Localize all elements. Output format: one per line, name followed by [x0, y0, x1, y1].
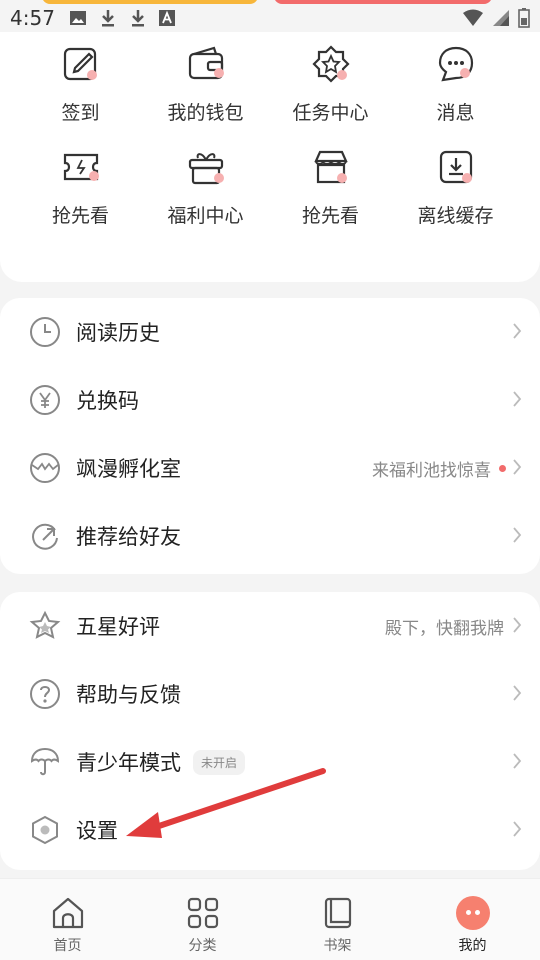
nav-category[interactable]: 分类 — [135, 879, 270, 960]
menu-item-five-star-review[interactable]: 五星好评 殿下，快翻我牌 — [0, 592, 540, 660]
wifi-icon — [463, 9, 483, 26]
quick-actions-card: 签到 我的钱包 任务中心 消息 抢先看 福利中心 抢先看 离线缓存 — [0, 32, 540, 282]
menu-item-label: 阅读历史 — [76, 321, 160, 345]
chat-bubble-icon — [436, 44, 476, 84]
grid-item-label: 离线缓存 — [417, 205, 494, 227]
yen-coin-icon — [28, 383, 62, 417]
edit-icon — [61, 44, 101, 84]
nav-label: 我的 — [458, 938, 487, 954]
top-banner-red — [274, 0, 492, 4]
share-icon — [28, 519, 62, 553]
chevron-right-icon — [512, 820, 522, 842]
wallet-icon — [186, 44, 226, 84]
nav-label: 分类 — [188, 938, 217, 954]
umbrella-icon — [28, 745, 62, 779]
grid-item-task-center[interactable]: 任务中心 — [268, 44, 393, 125]
grid-item-wallet[interactable]: 我的钱包 — [143, 44, 268, 125]
grid-item-label: 消息 — [436, 102, 475, 124]
home-icon — [50, 895, 86, 931]
status-bar: 4:57 — [0, 0, 540, 36]
menu-item-recommend-friend[interactable]: 推荐给好友 — [0, 502, 540, 570]
chevron-right-icon — [512, 526, 522, 548]
grid-item-label: 我的钱包 — [167, 102, 244, 124]
grid-item-label: 抢先看 — [51, 205, 109, 227]
menu-item-incubator[interactable]: 飒漫孵化室 来福利池找惊喜 — [0, 434, 540, 502]
grid-icon — [185, 895, 221, 931]
menu-item-reading-history[interactable]: 阅读历史 — [0, 298, 540, 366]
menu-item-label: 青少年模式 — [76, 751, 181, 775]
settings-hexagon-icon — [28, 813, 62, 847]
nav-label: 首页 — [53, 938, 82, 954]
bottom-navigation: 首页 分类 书架 我的 — [0, 878, 540, 960]
badge-star-icon — [311, 44, 351, 84]
chevron-right-icon — [512, 390, 522, 412]
clock-icon — [28, 315, 62, 349]
nav-mine[interactable]: 我的 — [405, 879, 540, 960]
profile-face-icon — [455, 895, 491, 931]
chevron-right-icon — [512, 458, 522, 480]
top-banner-yellow — [42, 0, 258, 4]
grid-item-label: 抢先看 — [301, 205, 359, 227]
grid-item-label: 签到 — [61, 102, 100, 124]
menu-card-secondary: 五星好评 殿下，快翻我牌 帮助与反馈 青少年模式 未开启 设置 — [0, 592, 540, 870]
font-a-icon — [158, 10, 175, 26]
menu-item-help-feedback[interactable]: 帮助与反馈 — [0, 660, 540, 728]
chevron-right-icon — [512, 322, 522, 344]
menu-card-primary: 阅读历史 兑换码 飒漫孵化室 来福利池找惊喜 推荐给好友 — [0, 298, 540, 574]
download-icon — [101, 10, 114, 27]
nav-home[interactable]: 首页 — [0, 879, 135, 960]
grid-item-label: 任务中心 — [292, 102, 369, 124]
grid-item-checkin[interactable]: 签到 — [18, 44, 143, 125]
book-icon — [320, 895, 356, 931]
menu-item-label: 推荐给好友 — [76, 525, 181, 549]
grid-item-offline-cache[interactable]: 离线缓存 — [393, 147, 518, 228]
notification-dot — [499, 464, 506, 472]
nav-label: 书架 — [323, 938, 352, 954]
app-screen: 4:57 签到 我的钱包 任务中心 消息 抢先看 福利中心 抢先看 离线缓存 阅… — [0, 0, 540, 960]
menu-item-settings[interactable]: 设置 — [0, 796, 540, 864]
store-icon — [311, 147, 351, 187]
grid-item-early-access-store[interactable]: 抢先看 — [268, 147, 393, 228]
menu-item-teen-mode[interactable]: 青少年模式 未开启 — [0, 728, 540, 796]
battery-icon — [518, 8, 530, 28]
status-badge: 未开启 — [193, 749, 246, 775]
menu-item-label: 帮助与反馈 — [76, 683, 181, 707]
menu-item-label: 飒漫孵化室 — [76, 457, 181, 481]
help-icon — [28, 677, 62, 711]
quick-actions-grid: 签到 我的钱包 任务中心 消息 抢先看 福利中心 抢先看 离线缓存 — [18, 44, 518, 228]
menu-item-subtext: 殿下，快翻我牌 — [385, 618, 504, 639]
grid-item-early-access[interactable]: 抢先看 — [18, 147, 143, 228]
menu-item-label: 兑换码 — [76, 389, 139, 413]
egg-icon — [28, 451, 62, 485]
chevron-right-icon — [512, 752, 522, 774]
chevron-right-icon — [512, 684, 522, 706]
grid-item-messages[interactable]: 消息 — [393, 44, 518, 125]
gift-icon — [186, 147, 226, 187]
menu-item-label: 设置 — [76, 819, 118, 843]
star-icon — [28, 609, 62, 643]
download-box-icon — [436, 147, 476, 187]
grid-item-label: 福利中心 — [167, 205, 244, 227]
nav-bookshelf[interactable]: 书架 — [270, 879, 405, 960]
menu-item-redeem-code[interactable]: 兑换码 — [0, 366, 540, 434]
chevron-right-icon — [512, 616, 522, 638]
status-time: 4:57 — [10, 6, 55, 30]
menu-item-label: 五星好评 — [76, 615, 160, 639]
menu-item-subtext: 来福利池找惊喜 — [372, 460, 491, 481]
ticket-icon — [61, 147, 101, 187]
image-icon — [69, 11, 86, 25]
grid-item-welfare-center[interactable]: 福利中心 — [143, 147, 268, 228]
signal-icon — [493, 10, 509, 26]
download-icon — [131, 10, 144, 27]
